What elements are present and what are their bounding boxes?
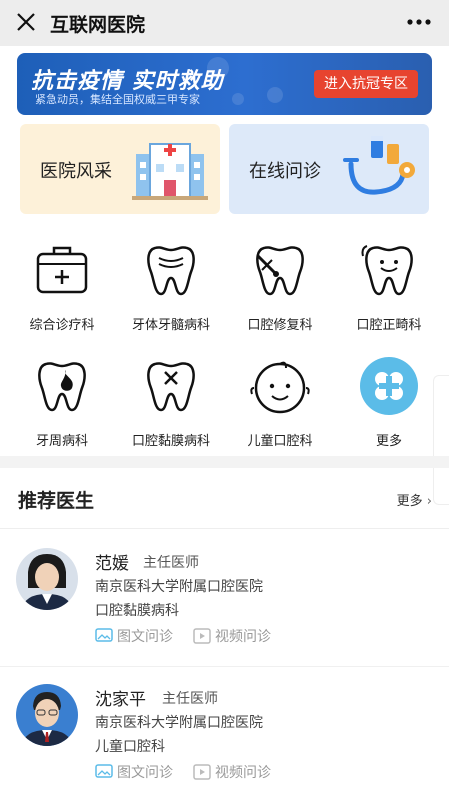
hospital-showcase-label: 医院风采 [40, 161, 112, 182]
dept-label: 牙体牙髓病科 [131, 318, 210, 333]
scroll-hint [433, 375, 449, 505]
image-text-icon [95, 628, 113, 642]
recommended-doctors-title: 推荐医生 [18, 490, 95, 512]
doctor-name: 沈家平 [95, 690, 146, 710]
dept-label: 口腔正畸科 [356, 318, 422, 333]
text-consult-button[interactable]: 图文问诊 [95, 762, 173, 782]
smiling-tooth-icon [361, 245, 413, 296]
avatar [16, 684, 78, 746]
section-divider [0, 528, 449, 529]
video-consult-button[interactable]: 视频问诊 [193, 762, 271, 782]
chevron-right-icon: › [426, 494, 432, 509]
dept-general[interactable]: 综合诊疗科 [6, 240, 118, 333]
online-consultation-card[interactable]: 在线问诊 [229, 124, 429, 214]
doctor-title: 主任医师 [162, 691, 218, 707]
image-text-icon [95, 764, 113, 778]
dept-orthodontics[interactable]: 口腔正畸科 [333, 240, 445, 333]
dept-more[interactable]: 更多 [333, 356, 445, 449]
baby-face-icon [250, 361, 310, 414]
dept-oral-mucosa[interactable]: 口腔黏膜病科 [115, 356, 227, 449]
tooth-repair-icon [256, 246, 304, 296]
video-consult-label: 视频问诊 [215, 765, 271, 781]
dept-label: 牙周病科 [35, 434, 88, 449]
tooth-x-icon [147, 362, 195, 412]
video-icon [193, 628, 211, 644]
top-bar: 互联网医院 [0, 0, 449, 46]
dept-periodontics[interactable]: 牙周病科 [6, 356, 118, 449]
banner-subtitle: 紧急动员，集结全国权威三甲专家 [35, 93, 200, 106]
more-doctors-label: 更多 [396, 494, 423, 509]
doctor-department: 儿童口腔科 [95, 739, 165, 755]
hospital-building-icon [132, 143, 208, 200]
video-consult-button[interactable]: 视频问诊 [193, 626, 271, 646]
doctor-card[interactable]: 范媛 主任医师 南京医科大学附属口腔医院 口腔黏膜病科 图文问诊 视频问诊 [0, 548, 449, 678]
medical-kit-icon [36, 246, 88, 294]
video-icon [193, 764, 211, 780]
dept-label: 综合诊疗科 [29, 318, 95, 333]
dept-label: 更多 [375, 434, 402, 449]
text-consult-label: 图文问诊 [117, 629, 173, 645]
doctor-card[interactable]: 沈家平 主任医师 南京医科大学附属口腔医院 儿童口腔科 图文问诊 视频问诊 [0, 684, 449, 800]
dept-endodontics[interactable]: 牙体牙髓病科 [115, 240, 227, 333]
dept-label: 儿童口腔科 [247, 434, 313, 449]
doctor-divider [0, 666, 449, 667]
text-consult-button[interactable]: 图文问诊 [95, 626, 173, 646]
tooth-icon [147, 246, 195, 296]
dept-pediatric[interactable]: 儿童口腔科 [224, 356, 336, 449]
doctor-hospital: 南京医科大学附属口腔医院 [95, 715, 263, 731]
doctor-name: 范媛 [95, 554, 129, 574]
page-title: 互联网医院 [50, 14, 146, 36]
avatar [16, 548, 78, 610]
video-consult-label: 视频问诊 [215, 629, 271, 645]
doctor-title: 主任医师 [143, 555, 199, 571]
covid-banner[interactable]: 抗击疫情 实时救助 紧急动员，集结全国权威三甲专家 进入抗冠专区 [17, 53, 432, 115]
more-doctors-link[interactable]: 更多 › [397, 490, 432, 509]
text-consult-label: 图文问诊 [117, 765, 173, 781]
online-consultation-label: 在线问诊 [249, 161, 321, 182]
tooth-flame-icon [38, 362, 86, 412]
doctor-hospital: 南京医科大学附属口腔医院 [95, 579, 263, 595]
dept-label: 口腔黏膜病科 [131, 434, 210, 449]
enter-covid-zone-button[interactable]: 进入抗冠专区 [314, 70, 418, 98]
clover-more-icon [360, 357, 418, 415]
doctor-department: 口腔黏膜病科 [95, 603, 179, 619]
dept-label: 口腔修复科 [247, 318, 313, 333]
dept-prosthodontics[interactable]: 口腔修复科 [224, 240, 336, 333]
stethoscope-icon [343, 136, 415, 195]
close-icon[interactable] [12, 8, 40, 36]
section-divider [0, 456, 449, 468]
more-menu-icon[interactable] [405, 10, 433, 34]
hospital-showcase-card[interactable]: 医院风采 [20, 124, 220, 214]
